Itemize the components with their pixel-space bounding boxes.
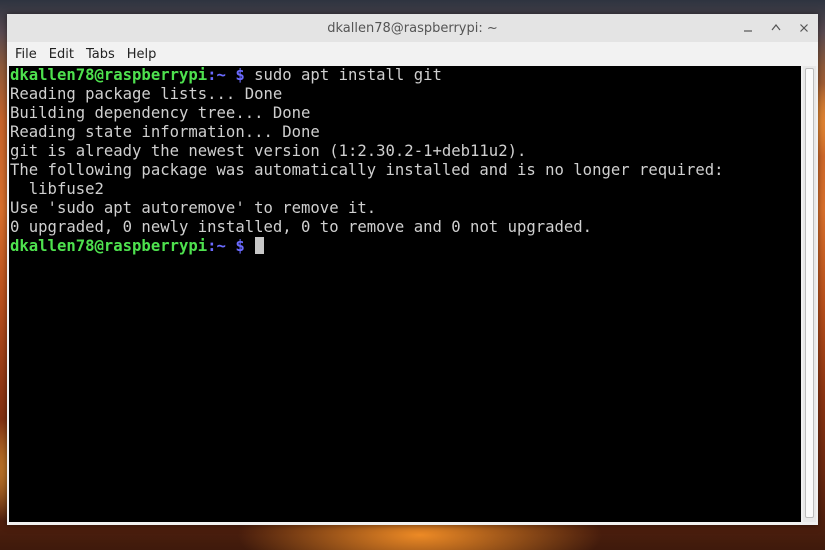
window-title: dkallen78@raspberrypi: ~ xyxy=(327,20,498,36)
title-bar[interactable]: dkallen78@raspberrypi: ~ xyxy=(7,14,818,42)
terminal-window: dkallen78@raspberrypi: ~ File Edit Tabs … xyxy=(7,14,818,525)
vertical-scrollbar[interactable] xyxy=(803,66,816,522)
menu-file[interactable]: File xyxy=(9,47,43,62)
close-button[interactable] xyxy=(796,20,812,36)
command-line: dkallen78@raspberrypi:~ $ sudo apt insta… xyxy=(9,66,801,85)
maximize-icon xyxy=(771,24,781,31)
menu-tabs[interactable]: Tabs xyxy=(80,47,121,62)
output-line: libfuse2 xyxy=(10,180,104,198)
text-cursor xyxy=(255,237,265,254)
prompt-colon: : xyxy=(207,237,217,255)
prompt-colon: : xyxy=(207,66,217,84)
prompt-path: ~ $ xyxy=(216,66,245,84)
minimize-icon xyxy=(744,30,752,32)
output-line: Building dependency tree... Done xyxy=(10,104,311,122)
menu-help[interactable]: Help xyxy=(121,47,163,62)
minimize-button[interactable] xyxy=(740,20,756,36)
maximize-button[interactable] xyxy=(768,20,784,36)
prompt-user-host: dkallen78@raspberrypi xyxy=(10,237,208,255)
scrollbar-thumb[interactable] xyxy=(805,68,814,518)
menu-bar: File Edit Tabs Help xyxy=(7,42,818,66)
output-line: git is already the newest version (1:2.3… xyxy=(10,142,527,160)
output-line: Reading package lists... Done xyxy=(10,85,283,103)
output-line: Reading state information... Done xyxy=(10,123,320,141)
output-line: 0 upgraded, 0 newly installed, 0 to remo… xyxy=(10,218,593,236)
prompt-user-host: dkallen78@raspberrypi xyxy=(10,66,208,84)
prompt-path: ~ $ xyxy=(216,237,245,255)
close-icon xyxy=(800,24,808,32)
window-controls xyxy=(740,20,812,36)
command-text: sudo apt install git xyxy=(244,66,442,84)
current-prompt-line: dkallen78@raspberrypi:~ $ xyxy=(9,237,801,256)
output-line: Use 'sudo apt autoremove' to remove it. xyxy=(10,199,377,217)
terminal-output[interactable]: dkallen78@raspberrypi:~ $ sudo apt insta… xyxy=(9,66,801,522)
output-line: The following package was automatically … xyxy=(10,161,724,179)
menu-edit[interactable]: Edit xyxy=(43,47,80,62)
